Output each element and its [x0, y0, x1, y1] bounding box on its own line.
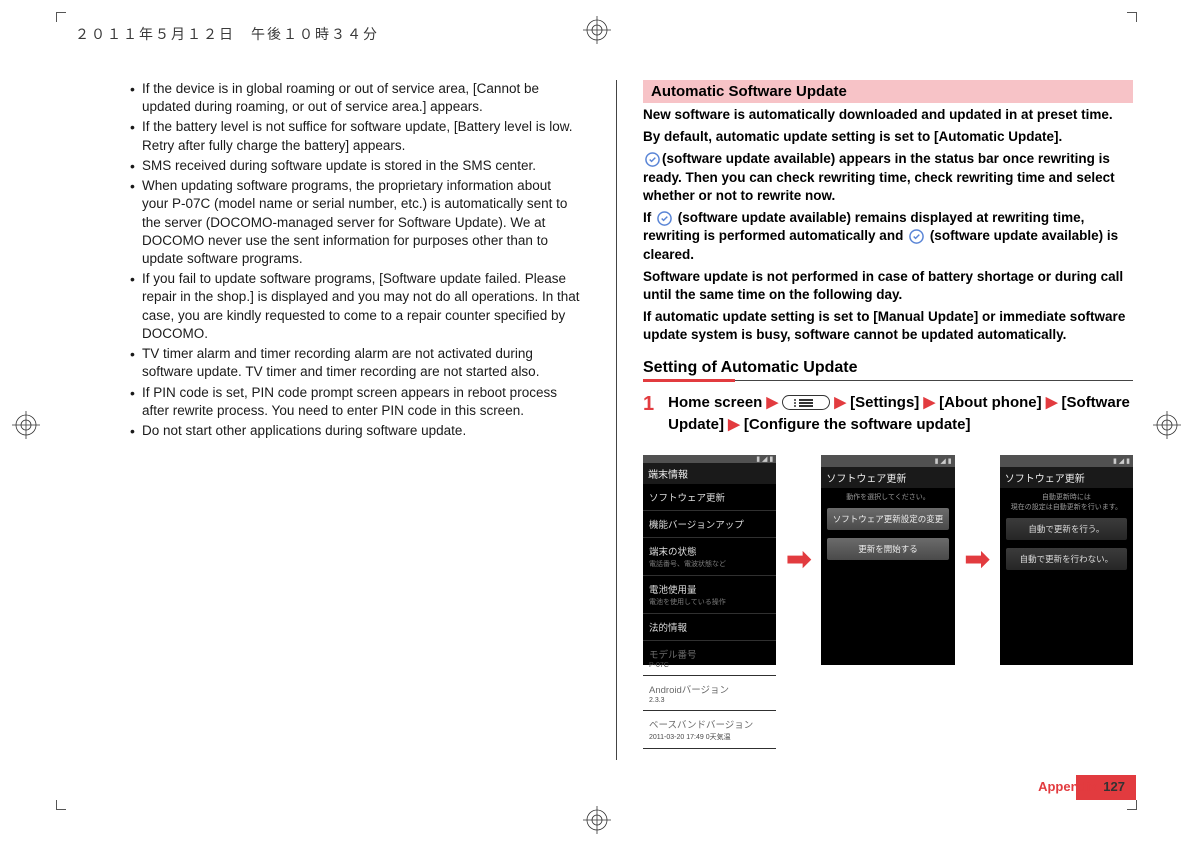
- flow-arrow-icon: ➡: [965, 542, 990, 577]
- screen-button: 自動で更新を行う。: [1006, 518, 1127, 540]
- registration-mark-left: [12, 411, 40, 439]
- phone-screenshot-about: ▮ ◢ ▮ 端末情報 ソフトウェア更新機能バージョンアップ端末の状態電話番号、電…: [643, 455, 776, 665]
- section-title-text: Automatic Software Update: [651, 83, 847, 100]
- screen-button: 更新を開始する: [827, 538, 948, 560]
- flow-arrow-icon: ➡: [786, 542, 811, 577]
- phone-screenshot-config: ▮ ◢ ▮ ソフトウェア更新 自動更新時には現在の設定は自動更新を行います。 自…: [1000, 455, 1133, 665]
- footer-label: Appendix: [1038, 779, 1097, 794]
- intro-text: (software update available) appears in t…: [643, 150, 1133, 205]
- status-bar: ▮ ◢ ▮: [821, 455, 954, 467]
- list-item: If you fail to update software programs,…: [130, 270, 580, 343]
- screen-header: ソフトウェア更新: [1000, 467, 1133, 488]
- list-item: モデル番号P-07C: [643, 641, 776, 676]
- crop-mark: [1127, 800, 1137, 810]
- phone-screenshot-update: ▮ ◢ ▮ ソフトウェア更新 動作を選択してください。 ソフトウェア更新設定の変…: [821, 455, 954, 665]
- screen-note: 自動更新時には現在の設定は自動更新を行います。: [1000, 488, 1133, 514]
- status-bar: ▮ ◢ ▮: [643, 455, 776, 463]
- screen-button: ソフトウェア更新設定の変更: [827, 508, 948, 530]
- list-item: Androidバージョン2.3.3: [643, 676, 776, 711]
- step-number: 1: [643, 394, 654, 437]
- step: 1 Home screen ▶ ▶ [Settings] ▶ [About ph…: [643, 392, 1133, 437]
- list-item: Do not start other applications during s…: [130, 422, 580, 440]
- step-arrow-icon: ▶: [834, 394, 846, 411]
- update-available-icon: [909, 229, 924, 244]
- list-item: If the battery level is not suffice for …: [130, 118, 580, 154]
- intro-text: If (software update available) remains d…: [643, 209, 1133, 264]
- crop-mark: [56, 800, 66, 810]
- screen-header: 端末情報: [643, 463, 776, 484]
- list-item: If the device is in global roaming or ou…: [130, 80, 580, 116]
- intro-text: By default, automatic update setting is …: [643, 128, 1133, 146]
- page-footer: Appendix 127: [1038, 779, 1125, 794]
- list-item: If PIN code is set, PIN code prompt scre…: [130, 384, 580, 420]
- registration-mark-top: [583, 16, 611, 44]
- update-available-icon: [645, 152, 660, 167]
- screenshot-flow: ▮ ◢ ▮ 端末情報 ソフトウェア更新機能バージョンアップ端末の状態電話番号、電…: [643, 455, 1133, 665]
- list-item: When updating software programs, the pro…: [130, 177, 580, 268]
- step-text: Home screen ▶ ▶ [Settings] ▶ [About phon…: [668, 392, 1133, 437]
- subheading-rule: [643, 379, 1133, 382]
- subheading: Setting of Automatic Update: [643, 359, 1133, 377]
- list-item: 端末の状態電話番号、電波状態など: [643, 538, 776, 576]
- screen-header: ソフトウェア更新: [821, 467, 954, 488]
- list-item: TV timer alarm and timer recording alarm…: [130, 345, 580, 381]
- crop-mark: [56, 12, 66, 22]
- list-item: 機能バージョンアップ: [643, 511, 776, 538]
- section-title: Automatic Software Update: [643, 80, 1133, 103]
- update-available-icon: [657, 211, 672, 226]
- list-item: ソフトウェア更新: [643, 484, 776, 511]
- left-column: If the device is in global roaming or ou…: [130, 80, 600, 760]
- footer-page-number: 127: [1103, 779, 1125, 794]
- right-column: Automatic Software Update New software i…: [633, 80, 1133, 760]
- registration-mark-bottom: [583, 806, 611, 834]
- intro-text: If automatic update setting is set to [M…: [643, 308, 1133, 344]
- notes-list: If the device is in global roaming or ou…: [130, 80, 580, 440]
- column-divider: [616, 80, 617, 760]
- intro-text: Software update is not performed in case…: [643, 268, 1133, 304]
- intro-text: New software is automatically downloaded…: [643, 106, 1133, 124]
- step-arrow-icon: ▶: [767, 394, 779, 411]
- list-item: SMS received during software update is s…: [130, 157, 580, 175]
- crop-mark: [1127, 12, 1137, 22]
- step-arrow-icon: ▶: [1046, 394, 1058, 411]
- document-datetime: ２０１１年５月１２日 午後１０時３４分: [75, 24, 379, 44]
- screen-button: 自動で更新を行わない。: [1006, 548, 1127, 570]
- screen-note: 動作を選択してください。: [821, 488, 954, 504]
- step-arrow-icon: ▶: [923, 394, 935, 411]
- list-item: ベースバンドバージョン2011-03-20 17:49 0天気温: [643, 711, 776, 749]
- registration-mark-right: [1153, 411, 1181, 439]
- step-arrow-icon: ▶: [728, 416, 740, 433]
- menu-button-icon: [782, 395, 830, 410]
- status-bar: ▮ ◢ ▮: [1000, 455, 1133, 467]
- list-item: 電池使用量電池を使用している操作: [643, 576, 776, 614]
- list-item: 法的情報: [643, 614, 776, 641]
